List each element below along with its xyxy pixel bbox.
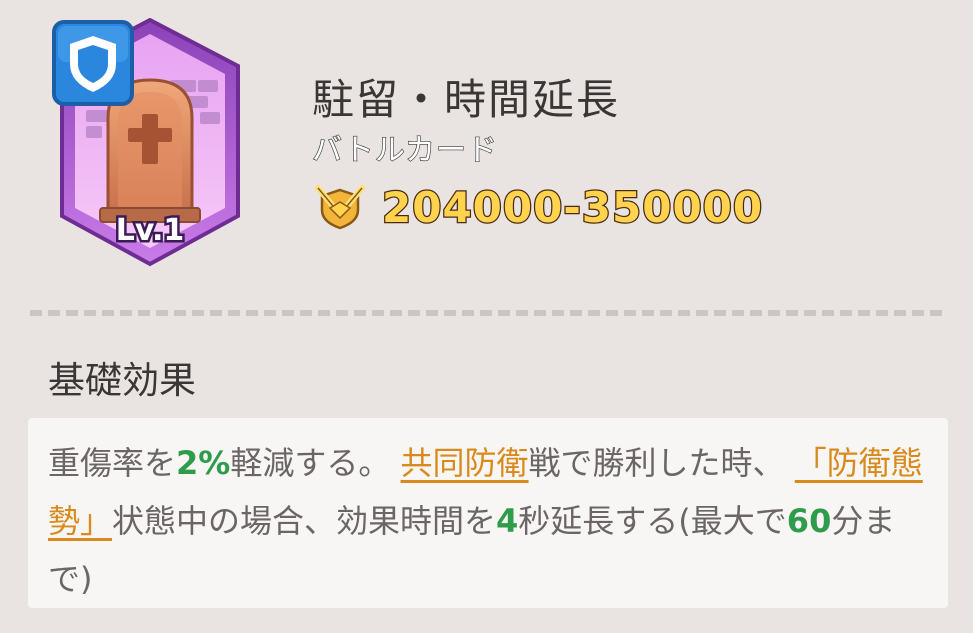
effect-value-minutes: 60	[786, 502, 832, 540]
effect-value-seconds: 4	[496, 502, 519, 540]
effect-description-box: 重傷率を2%軽減する。 共同防衛戦で勝利した時、 「防衛態勢」状態中の場合、効果…	[28, 418, 948, 608]
effect-text-part: 軽減する。	[230, 444, 391, 482]
card-level-label: Lv.1	[116, 213, 185, 248]
power-range-value: 204000-350000	[381, 181, 764, 233]
section-divider	[30, 310, 942, 316]
effect-text-part: 戦で勝利した時、	[528, 444, 785, 482]
effect-text-part: 秒延長する(最大で	[518, 502, 787, 540]
card-type-label: バトルカード	[311, 132, 498, 168]
card-title: 駐留・時間延長	[312, 75, 621, 124]
effect-text-part: 重傷率を	[48, 444, 177, 482]
effect-text-part: 状態中の場合、効果時間を	[112, 502, 497, 540]
shield-icon	[52, 20, 134, 106]
effect-description: 重傷率を2%軽減する。 共同防衛戦で勝利した時、 「防衛態勢」状態中の場合、効果…	[48, 434, 928, 608]
section-title: 基礎効果	[48, 359, 196, 402]
crossed-swords-shield-icon	[315, 185, 365, 230]
card-artwork[interactable]: Lv.1	[50, 17, 250, 268]
link-joint-defense[interactable]: 共同防衛	[401, 444, 529, 482]
effect-value-reduction: 2%	[176, 444, 231, 482]
power-range-row: 204000-350000	[312, 181, 764, 233]
